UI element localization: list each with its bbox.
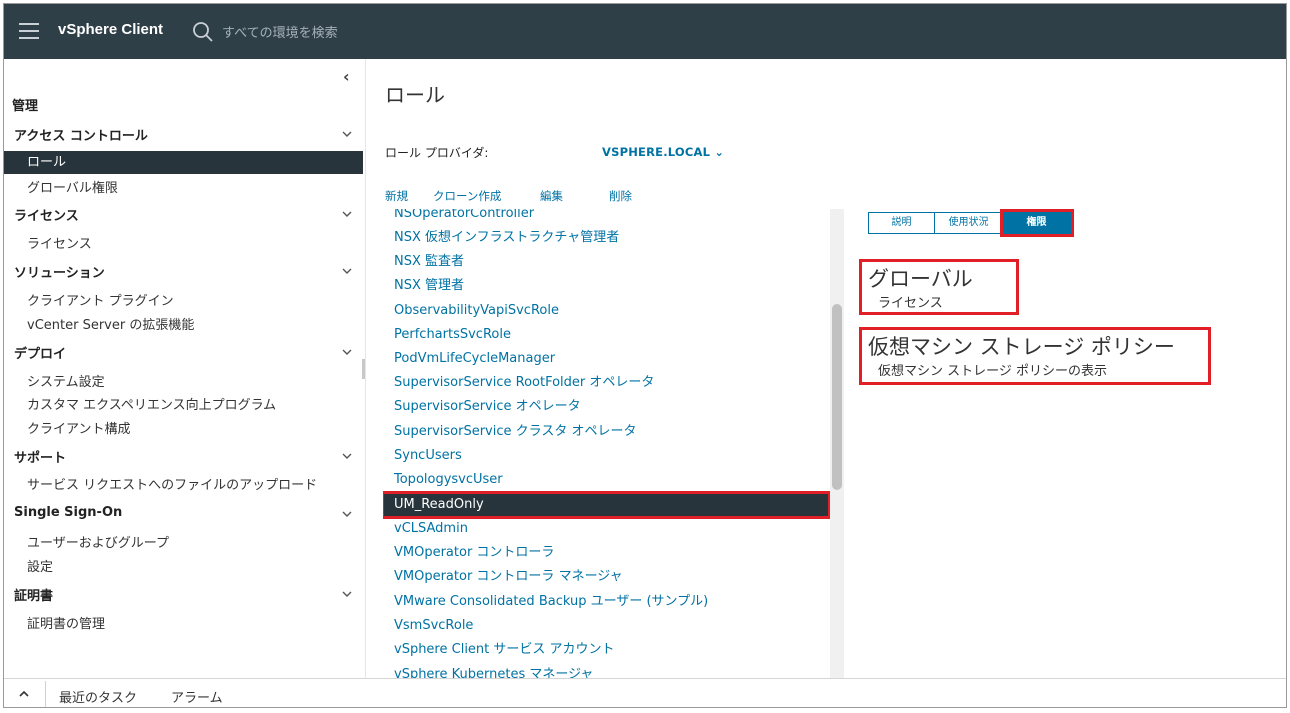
scrollbar-thumb[interactable] [832, 304, 842, 490]
divider [45, 681, 46, 707]
global-search-input[interactable]: すべての環境を検索 [222, 22, 338, 41]
nav-root-title: 管理 [12, 99, 39, 114]
role-provider-label: ロール プロバイダ: [385, 146, 489, 160]
search-icon[interactable] [192, 21, 214, 43]
clone-role-button[interactable]: クローン作成 [433, 188, 501, 204]
nav-item-client-config[interactable]: クライアント構成 [27, 418, 130, 437]
list-item[interactable]: TopologysvcUser [383, 468, 829, 492]
list-item[interactable]: VMOperator コントローラ [383, 541, 829, 565]
privilege-group-title: 仮想マシン ストレージ ポリシー [868, 335, 1175, 359]
list-item[interactable]: NSX 管理者 [383, 274, 829, 298]
list-item-selected[interactable]: UM_ReadOnly [383, 491, 831, 519]
nav-group-access-control[interactable]: アクセス コントロール [14, 125, 148, 144]
chevron-down-icon[interactable] [341, 508, 353, 520]
privilege-group-vm-storage-policy: 仮想マシン ストレージ ポリシー 仮想マシン ストレージ ポリシーの表示 [859, 327, 1211, 385]
nav-item-ceip[interactable]: カスタマ エクスペリエンス向上プログラム [27, 394, 276, 413]
role-list: NSOperatorController NSX 仮想インフラストラクチャ管理者… [383, 209, 835, 678]
list-item[interactable]: SyncUsers [383, 444, 829, 468]
list-item[interactable]: PerfchartsSvcRole [383, 323, 829, 347]
list-item[interactable]: SupervisorService RootFolder オペレータ [383, 371, 829, 395]
pane-splitter[interactable] [362, 359, 365, 379]
privilege-group-global: グローバル ライセンス [859, 259, 1019, 315]
privilege-item: 仮想マシン ストレージ ポリシーの表示 [878, 364, 1108, 379]
list-item[interactable]: NSX 監査者 [383, 250, 829, 274]
list-item[interactable]: vCLSAdmin [383, 517, 829, 541]
chevron-up-icon[interactable] [17, 688, 31, 700]
list-item[interactable]: NSX 仮想インフラストラクチャ管理者 [383, 226, 829, 250]
edit-role-button[interactable]: 編集 [540, 188, 563, 204]
nav-group-sso[interactable]: Single Sign-On [14, 505, 122, 520]
list-item[interactable]: VMOperator コントローラ マネージャ [383, 565, 829, 589]
privilege-item: ライセンス [878, 296, 943, 311]
tab-privileges[interactable]: 権限 [1000, 209, 1074, 237]
detail-tabs: 説明 使用状況 権限 [868, 209, 1074, 237]
nav-item-certificate-management[interactable]: 証明書の管理 [27, 613, 105, 632]
hamburger-menu-icon[interactable] [19, 23, 39, 39]
nav-group-certificates[interactable]: 証明書 [14, 585, 53, 604]
nav-item-roles[interactable]: ロール [4, 151, 363, 174]
nav-item-licenses[interactable]: ライセンス [27, 233, 92, 252]
role-provider-value: VSPHERE.LOCAL [602, 145, 711, 159]
chevron-down-icon[interactable] [341, 346, 353, 358]
bottom-panel-bar: 最近のタスク アラーム [4, 678, 1286, 707]
list-item[interactable]: ObservabilityVapiSvcRole [383, 299, 829, 323]
nav-group-support[interactable]: サポート [14, 447, 66, 466]
list-item[interactable]: VsmSvcRole [383, 614, 829, 638]
list-item[interactable]: SupervisorService クラスタ オペレータ [383, 420, 829, 444]
page-title: ロール [385, 83, 445, 107]
collapse-nav-icon[interactable]: ‹ [343, 67, 350, 86]
nav-item-vcenter-extensions[interactable]: vCenter Server の拡張機能 [27, 314, 194, 333]
list-item[interactable]: vSphere Kubernetes マネージャ [383, 663, 829, 678]
role-list-scrollbar[interactable] [830, 209, 844, 678]
nav-item-sso-config[interactable]: 設定 [27, 556, 53, 575]
vsphere-window: vSphere Client すべての環境を検索 ‹ 管理 アクセス コントロー… [3, 3, 1287, 708]
list-item[interactable]: NSOperatorController [383, 209, 829, 226]
list-item[interactable]: vSphere Client サービス アカウント [383, 638, 829, 662]
role-detail-panel: 説明 使用状況 権限 グローバル ライセンス 仮想マシン ストレージ ポリシー … [847, 209, 1286, 678]
nav-group-licensing[interactable]: ライセンス [14, 205, 79, 224]
role-provider-dropdown[interactable]: VSPHERE.LOCAL ⌄ [602, 145, 724, 159]
list-item[interactable]: PodVmLifeCycleManager [383, 347, 829, 371]
nav-item-global-permissions[interactable]: グローバル権限 [27, 177, 118, 196]
chevron-down-icon: ⌄ [714, 145, 725, 159]
nav-group-solutions[interactable]: ソリューション [14, 262, 105, 281]
main-content: ロール ロール プロバイダ: VSPHERE.LOCAL ⌄ 新規 クローン作成… [367, 59, 1286, 678]
new-role-button[interactable]: 新規 [385, 188, 408, 204]
nav-item-system-config[interactable]: システム設定 [27, 371, 105, 390]
app-title[interactable]: vSphere Client [58, 21, 163, 38]
recent-tasks-tab[interactable]: 最近のタスク [59, 687, 137, 706]
chevron-down-icon[interactable] [341, 128, 353, 140]
nav-item-client-plugins[interactable]: クライアント プラグイン [27, 290, 174, 309]
list-item[interactable]: SupervisorService オペレータ [383, 395, 829, 419]
admin-navigation: ‹ 管理 アクセス コントロール ロール グローバル権限 ライセンス ライセンス… [4, 59, 366, 678]
nav-item-users-groups[interactable]: ユーザーおよびグループ [27, 532, 169, 551]
chevron-down-icon[interactable] [341, 588, 353, 600]
delete-role-button[interactable]: 削除 [609, 188, 632, 204]
alarms-tab[interactable]: アラーム [171, 687, 223, 706]
nav-item-upload-file[interactable]: サービス リクエストへのファイルのアップロード [27, 474, 317, 493]
tab-description[interactable]: 説明 [868, 212, 935, 234]
top-header: vSphere Client すべての環境を検索 [4, 4, 1286, 59]
tab-usage[interactable]: 使用状況 [935, 212, 1003, 234]
nav-group-deployment[interactable]: デプロイ [14, 343, 66, 362]
list-item[interactable]: VMware Consolidated Backup ユーザー (サンプル) [383, 590, 829, 614]
privilege-group-title: グローバル [868, 267, 973, 291]
chevron-down-icon[interactable] [341, 450, 353, 462]
chevron-down-icon[interactable] [341, 208, 353, 220]
chevron-down-icon[interactable] [341, 265, 353, 277]
